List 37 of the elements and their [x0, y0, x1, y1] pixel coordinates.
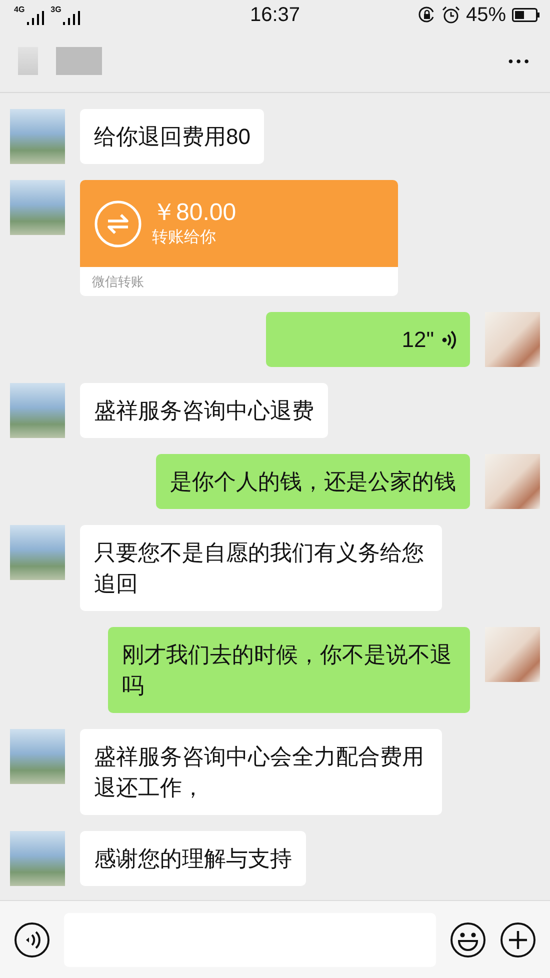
- voice-input-icon[interactable]: [14, 922, 50, 958]
- message-bubble: 给你退回费用80: [80, 109, 264, 164]
- message-bubble: 刚才我们去的时候，你不是说不退吗: [108, 627, 470, 713]
- signal-icon: [26, 11, 45, 25]
- avatar-photo-placeholder[interactable]: [485, 627, 540, 682]
- battery-icon: [512, 8, 540, 22]
- transfer-footer-label: 微信转账: [91, 273, 145, 291]
- avatar-photo-placeholder[interactable]: [10, 831, 65, 886]
- signal-icon: [63, 11, 82, 25]
- voice-message-bubble[interactable]: 12": [266, 312, 470, 367]
- message-bubble: 是你个人的钱，还是公家的钱: [156, 454, 470, 509]
- clock-time: 16:37: [250, 4, 300, 26]
- battery-percentage: 45%: [466, 4, 506, 26]
- network-label: 4G: [14, 5, 25, 14]
- transfer-arrows-icon: [94, 200, 142, 248]
- plus-icon[interactable]: [500, 922, 536, 958]
- transfer-caption: 转账给你: [152, 228, 217, 248]
- avatar-photo-placeholder[interactable]: [10, 383, 65, 438]
- avatar-photo-placeholder[interactable]: [485, 312, 540, 367]
- pixelated-name-block: [56, 47, 102, 75]
- message-bubble: 盛祥服务咨询中心会全力配合费用退还工作，: [80, 729, 442, 815]
- avatar-photo-placeholder[interactable]: [10, 109, 65, 164]
- avatar-photo-placeholder[interactable]: [10, 180, 65, 235]
- transfer-amount: ￥80.00: [152, 198, 236, 226]
- network-label: 3G: [50, 5, 62, 14]
- sound-wave-icon: [442, 330, 456, 350]
- message-bubble: 盛祥服务咨询中心退费: [80, 383, 328, 438]
- pixelated-back-block: [18, 47, 38, 75]
- rotation-lock-icon: [418, 6, 436, 24]
- avatar-photo-placeholder[interactable]: [485, 454, 540, 509]
- message-bubble: 感谢您的理解与支持: [80, 831, 306, 886]
- emoji-icon[interactable]: [450, 922, 486, 958]
- avatar-photo-placeholder[interactable]: [10, 525, 65, 580]
- more-menu-icon[interactable]: •••: [508, 53, 532, 69]
- alarm-icon: [442, 6, 460, 24]
- message-bubble: 只要您不是自愿的我们有义务给您追回: [80, 525, 442, 611]
- avatar-photo-placeholder[interactable]: [10, 729, 65, 784]
